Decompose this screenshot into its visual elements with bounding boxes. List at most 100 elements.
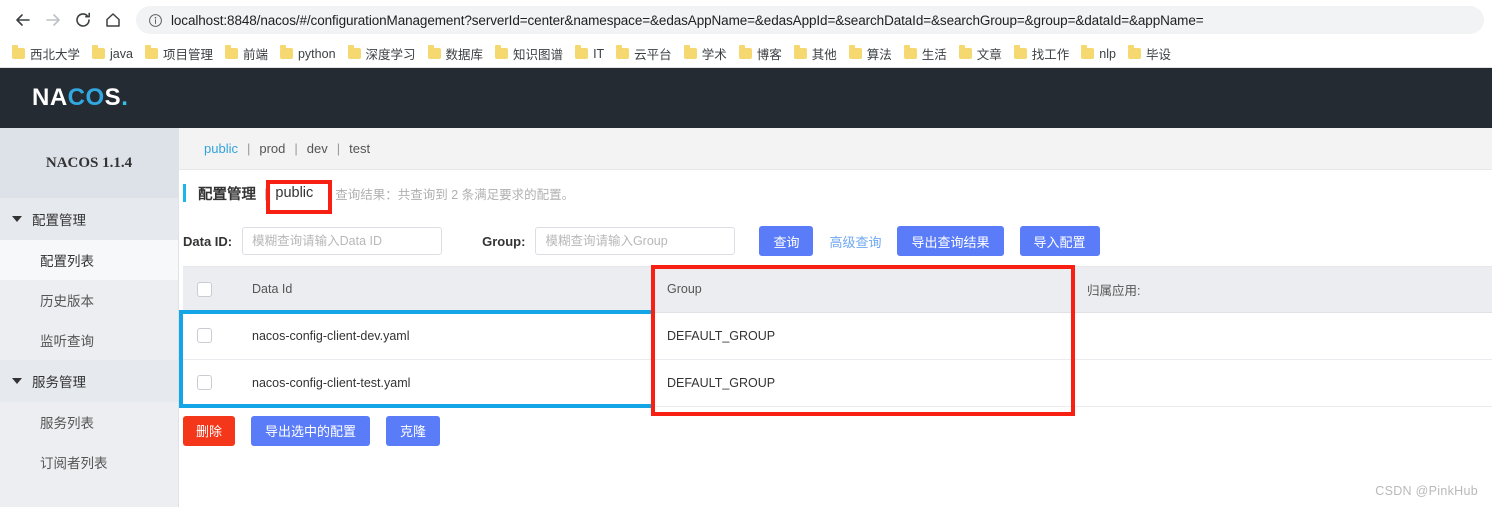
bookmark-label: java: [110, 46, 133, 61]
sidebar-group-0[interactable]: 配置管理: [0, 198, 178, 240]
sidebar: NACOS 1.1.4 配置管理 配置列表 历史版本 监听查询 服务管理 服务列表 订阅者列…: [0, 128, 179, 507]
bookmark-item[interactable]: IT: [569, 45, 610, 63]
home-icon: [103, 10, 123, 30]
table-header-checkbox: [183, 267, 238, 313]
sidebar-item[interactable]: 订阅者列表: [0, 442, 178, 482]
query-button[interactable]: 查询: [759, 226, 814, 256]
folder-icon: [347, 45, 361, 59]
bookmark-item[interactable]: 深度学习: [342, 42, 422, 65]
bookmark-item[interactable]: 前端: [219, 42, 274, 65]
bookmark-label: 其他: [811, 48, 837, 62]
folder-icon: [92, 45, 106, 59]
logo-dot: .: [121, 84, 129, 111]
bookmark-label: 生活: [921, 48, 947, 62]
row-checkbox[interactable]: [197, 328, 212, 343]
app-header: NA CO S.: [0, 68, 1492, 128]
bookmark-item[interactable]: 文章: [953, 42, 1008, 65]
bookmark-item[interactable]: 数据库: [422, 42, 490, 65]
sidebar-item-label: 历史版本: [40, 294, 94, 309]
bookmarks-bar: 西北大学 java 项目管理 前端 python 深度学习 数据库 知识图谱 IT 云平台 学术 博客…: [0, 40, 1492, 68]
main-content: public | prod | dev | test 配置管理 | public 查询结果：…: [179, 128, 1492, 507]
sidebar-item-label: 监听查询: [40, 334, 94, 349]
sidebar-group-label: 配置管理: [32, 213, 86, 228]
table-header-dataid: Data Id: [238, 267, 653, 313]
bookmark-item[interactable]: 博客: [733, 42, 788, 65]
reload-icon: [73, 10, 93, 30]
bookmark-item[interactable]: 找工作: [1008, 42, 1076, 65]
clone-button[interactable]: 克隆: [386, 415, 441, 446]
cell-group: DEFAULT_GROUP: [653, 312, 1073, 360]
sidebar-group-1[interactable]: 服务管理: [0, 360, 178, 402]
folder-icon: [738, 45, 752, 59]
namespace-tab[interactable]: dev: [298, 141, 337, 156]
bookmark-label: 博客: [756, 48, 782, 62]
bookmark-item[interactable]: 毕设: [1122, 42, 1177, 65]
nacos-logo: NA CO S.: [32, 84, 128, 112]
folder-icon: [1127, 45, 1141, 59]
sidebar-item[interactable]: 配置列表: [0, 240, 178, 280]
logo-part-s: S: [104, 84, 122, 111]
dataid-label: Data ID:: [183, 233, 233, 249]
title-separator: |: [264, 185, 268, 201]
folder-icon: [848, 45, 862, 59]
bookmark-item[interactable]: 学术: [678, 42, 733, 65]
folder-icon: [575, 45, 589, 59]
folder-icon: [1081, 45, 1095, 59]
info-circle-icon[interactable]: [148, 13, 163, 28]
select-all-checkbox[interactable]: [197, 281, 212, 297]
sidebar-item[interactable]: 历史版本: [0, 280, 178, 320]
folder-icon: [12, 45, 25, 59]
search-group-input[interactable]: [535, 227, 736, 255]
namespace-tab[interactable]: prod: [250, 141, 294, 156]
sidebar-item-label: 服务列表: [40, 416, 94, 431]
app-body: NACOS 1.1.4 配置管理 配置列表 历史版本 监听查询 服务管理 服务列表 订阅者列…: [0, 128, 1492, 507]
table-header-row: Data Id Group 归属应用:: [183, 267, 1492, 313]
search-dataid-input[interactable]: [242, 227, 443, 255]
query-result-text: 查询结果：共查询到 2 条满足要求的配置。: [335, 187, 575, 202]
folder-icon: [224, 45, 238, 59]
bookmark-label: 学术: [701, 48, 727, 62]
home-button[interactable]: [98, 5, 128, 35]
bookmark-item[interactable]: python: [274, 45, 342, 63]
export-selected-button[interactable]: 导出选中的配置: [251, 415, 371, 446]
export-query-result-button[interactable]: 导出查询结果: [897, 226, 1004, 256]
import-config-button[interactable]: 导入配置: [1019, 226, 1100, 256]
bookmark-item[interactable]: 生活: [898, 42, 953, 65]
folder-icon: [903, 45, 917, 59]
bookmark-label: 文章: [976, 48, 1002, 62]
bookmark-item[interactable]: nlp: [1075, 45, 1122, 63]
cell-data-id: nacos-config-client-test.yaml: [238, 359, 653, 407]
row-checkbox[interactable]: [197, 375, 212, 390]
forward-button[interactable]: [38, 5, 68, 35]
bookmark-item[interactable]: 知识图谱: [489, 42, 569, 65]
delete-button[interactable]: 删除: [183, 415, 236, 446]
bookmark-label: python: [297, 46, 336, 61]
cell-app: [1073, 312, 1492, 360]
advanced-query-link[interactable]: 高级查询: [829, 232, 881, 251]
folder-icon: [616, 45, 630, 59]
bookmark-item[interactable]: 项目管理: [139, 42, 219, 65]
bookmark-label: IT: [593, 46, 605, 61]
forward-arrow-icon: [43, 10, 63, 30]
row-checkbox-cell: [183, 312, 238, 360]
sidebar-item-label: 配置列表: [40, 254, 94, 269]
address-bar[interactable]: localhost:8848/nacos/#/configurationMana…: [136, 6, 1484, 34]
namespace-tab-active[interactable]: public: [195, 141, 247, 156]
folder-icon: [683, 45, 697, 59]
bookmark-item[interactable]: 西北大学: [6, 42, 86, 65]
page-title-row: 配置管理 | public 查询结果：共查询到 2 条满足要求的配置。: [179, 170, 1492, 216]
sidebar-item[interactable]: 服务列表: [0, 402, 178, 442]
namespace-tab[interactable]: test: [340, 141, 379, 156]
bookmark-item[interactable]: 算法: [843, 42, 898, 65]
reload-button[interactable]: [68, 5, 98, 35]
cell-group: DEFAULT_GROUP: [653, 359, 1073, 407]
bookmark-item[interactable]: 其他: [788, 42, 843, 65]
bookmark-label: 数据库: [445, 48, 484, 62]
nacos-app: NA CO S. NACOS 1.1.4 配置管理 配置列表 历史版本 监听查询 服务管理服…: [0, 68, 1492, 507]
cell-data-id: nacos-config-client-dev.yaml: [238, 312, 653, 360]
sidebar-item[interactable]: 监听查询: [0, 320, 178, 360]
bookmark-item[interactable]: 云平台: [610, 42, 678, 65]
back-button[interactable]: [8, 5, 38, 35]
logo-part-co: CO: [67, 84, 105, 111]
bookmark-item[interactable]: java: [86, 45, 139, 63]
